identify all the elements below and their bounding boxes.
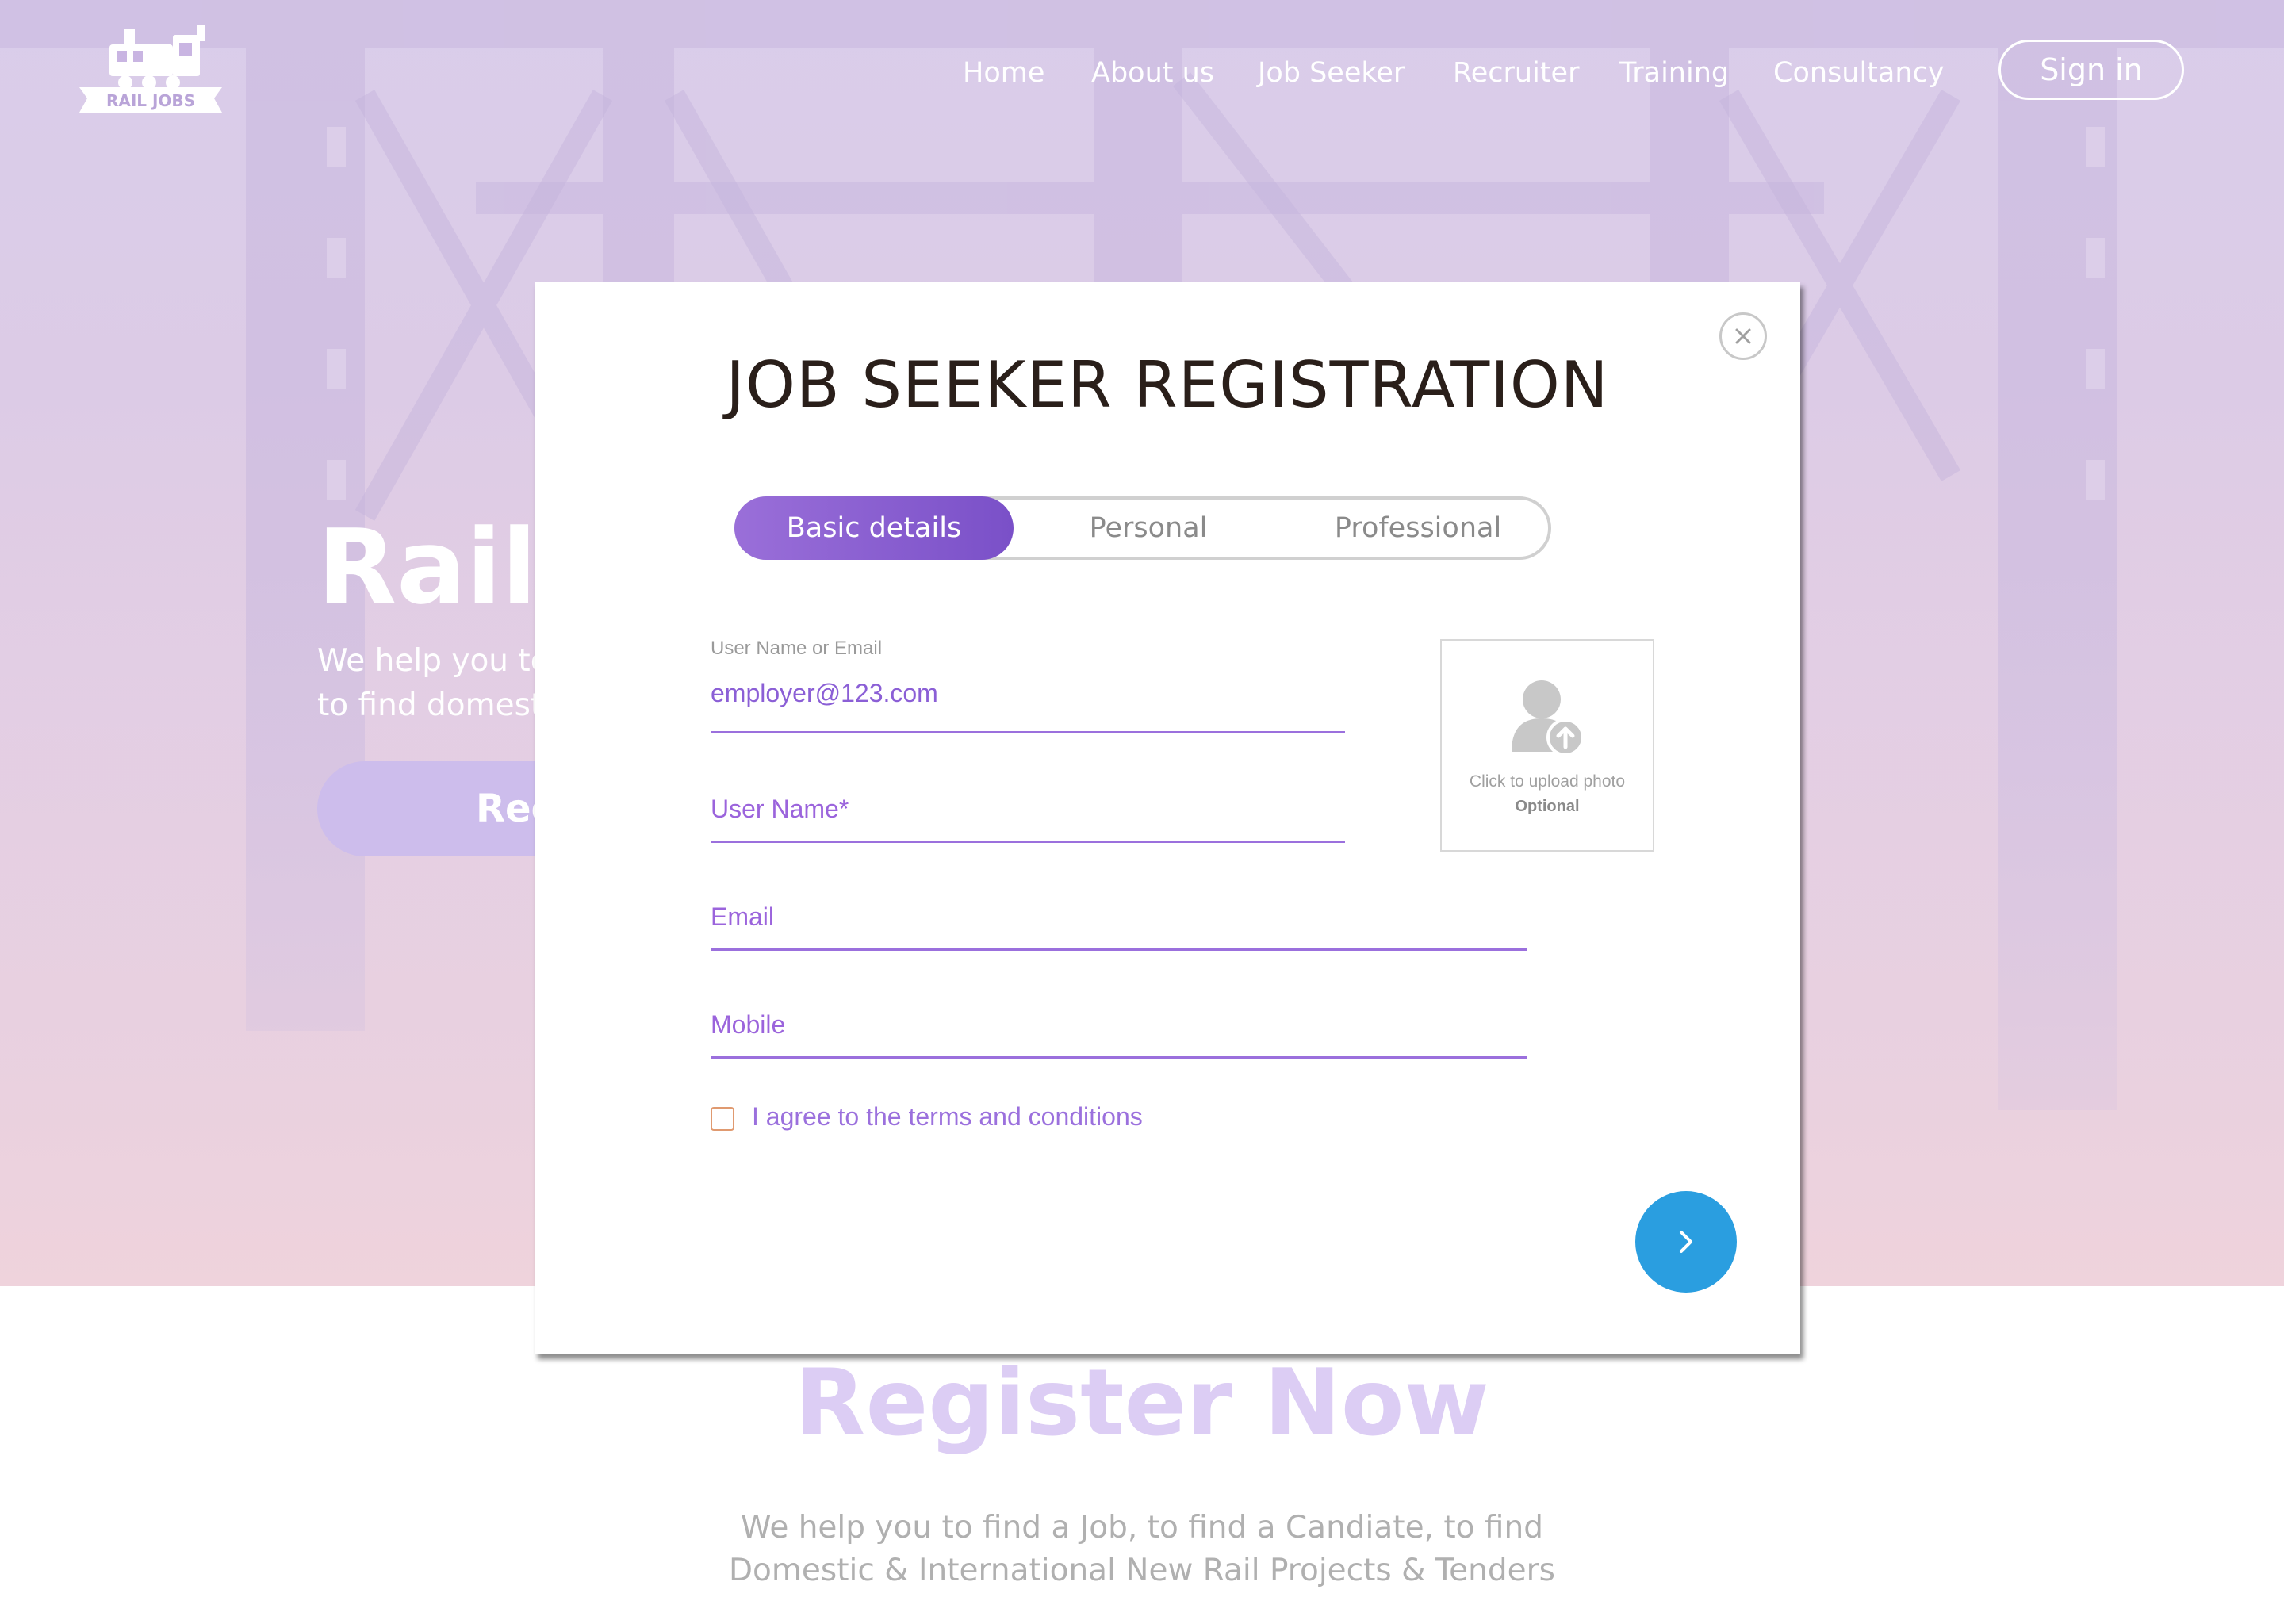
nav-recruiter[interactable]: Recruiter <box>1453 49 1579 97</box>
user-name-input[interactable]: User Name* <box>711 795 849 824</box>
modal-title: JOB SEEKER REGISTRATION <box>726 348 1609 422</box>
mobile-input[interactable]: Mobile <box>711 1010 785 1040</box>
registration-modal: JOB SEEKER REGISTRATION Basic details Pe… <box>535 282 1800 1354</box>
nav-home[interactable]: Home <box>963 49 1044 97</box>
username-or-email-underline <box>711 731 1345 733</box>
nav-consultancy[interactable]: Consultancy <box>1773 49 1945 97</box>
tab-personal[interactable]: Personal <box>1014 496 1283 560</box>
photo-upload-text: Click to upload photo <box>1469 772 1626 791</box>
main-nav: Home About us Job Seeker Recruiter Train… <box>0 49 2284 97</box>
register-now-subtitle: We help you to find a Job, to find a Can… <box>729 1510 1555 1588</box>
email-underline <box>711 948 1527 951</box>
nav-about-us[interactable]: About us <box>1091 49 1214 97</box>
nav-job-seeker[interactable]: Job Seeker <box>1258 49 1405 97</box>
photo-upload-note: Optional <box>1515 798 1580 815</box>
terms-checkbox[interactable] <box>711 1107 734 1131</box>
sign-in-button[interactable]: Sign in <box>1998 40 2184 100</box>
chevron-right-icon <box>1680 1231 1692 1253</box>
register-now-heading: Register Now <box>795 1350 1489 1457</box>
user-name-underline <box>711 841 1345 843</box>
mobile-underline <box>711 1056 1527 1059</box>
username-or-email-input[interactable]: employer@123.com <box>711 679 938 708</box>
tab-basic-details[interactable]: Basic details <box>734 496 1014 560</box>
email-input[interactable]: Email <box>711 902 774 932</box>
next-button[interactable] <box>1635 1191 1737 1293</box>
tab-professional[interactable]: Professional <box>1283 496 1553 560</box>
user-upload-icon <box>1512 680 1585 756</box>
username-or-email-label: User Name or Email <box>711 638 883 659</box>
photo-upload-box[interactable]: Click to upload photo Optional <box>1440 639 1654 852</box>
terms-label[interactable]: I agree to the terms and conditions <box>752 1102 1143 1132</box>
nav-training[interactable]: Training <box>1619 49 1729 97</box>
registration-steps-tabs: Basic details Personal Professional <box>734 496 1551 560</box>
